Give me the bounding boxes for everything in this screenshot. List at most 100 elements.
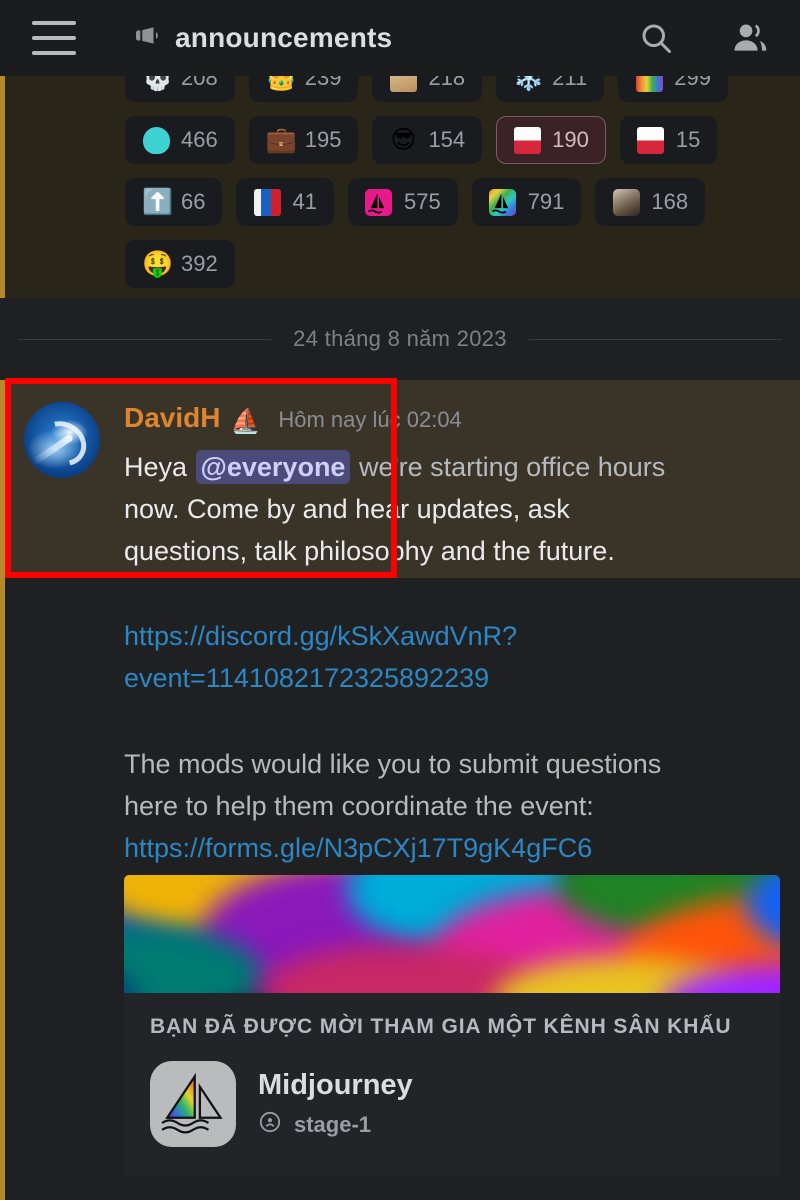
reaction-count: 154	[428, 127, 466, 152]
stage-channel-icon	[258, 1110, 282, 1139]
date-divider-label: 24 tháng 8 năm 2023	[293, 326, 507, 351]
reaction-count: 195	[304, 127, 342, 152]
reaction-count: 466	[181, 127, 218, 152]
snowflake-icon: ❄️	[513, 76, 545, 92]
message: DavidH ⛵ Hôm nay lúc 02:04 Heya @everyon…	[0, 380, 800, 1200]
message-timestamp: Hôm nay lúc 02:04	[278, 407, 462, 432]
reaction-count: 392	[181, 251, 218, 276]
message-author[interactable]: DavidH	[124, 402, 220, 434]
money-mouth-face-icon: 🤑	[142, 249, 174, 278]
reaction-pill[interactable]: ⬆️ 66	[125, 178, 223, 226]
reaction-pill[interactable]: 791	[471, 178, 582, 226]
avatar[interactable]	[24, 402, 100, 478]
message-text-before-mention: Heya	[124, 452, 195, 482]
message-header: DavidH ⛵ Hôm nay lúc 02:04	[124, 402, 462, 435]
message-line-3: questions, talk philosophy and the futur…	[124, 530, 764, 572]
reaction-count: 575	[403, 189, 441, 214]
this-red-arrow-icon: ⬆️	[142, 187, 174, 216]
pink-sailboat-icon	[365, 188, 393, 216]
invite-link-line-1[interactable]: https://discord.gg/kSkXawdVnR?	[124, 615, 764, 657]
reaction-grid: 💀 208 👑 239 218 ❄️ 211 299 466 💼 195 😎 1…	[125, 76, 790, 298]
server-meta: Midjourney stage-1	[258, 1069, 413, 1139]
members-icon[interactable]	[728, 16, 772, 60]
paragraph-2-line-1: The mods would like you to submit questi…	[124, 749, 662, 779]
reaction-count: 218	[428, 76, 466, 90]
discord-mobile-screen: announcements 💀 208 👑 239 218 ❄️ 211 299…	[0, 0, 800, 1200]
reaction-pill[interactable]: ❄️ 211	[496, 76, 605, 102]
rainbow-flag-icon	[635, 76, 663, 92]
reaction-pill[interactable]: 👑 239	[248, 76, 359, 102]
reaction-count: 211	[552, 76, 588, 90]
reaction-pill[interactable]: 41	[236, 178, 334, 226]
reaction-row: 🤑 392	[125, 240, 790, 288]
poland-flag-icon	[637, 126, 665, 154]
invite-server-row: Midjourney stage-1	[150, 1061, 754, 1147]
divider-line-right	[528, 338, 782, 340]
message-line-2: now. Come by and hear updates, ask	[124, 488, 764, 530]
reaction-count: 66	[181, 189, 206, 214]
reaction-count: 190	[552, 127, 589, 152]
date-divider: 24 tháng 8 năm 2023	[0, 298, 800, 380]
server-name: Midjourney	[258, 1069, 413, 1101]
sunglasses-face-icon: 😎	[390, 125, 417, 154]
paragraph-2-line-2: here to help them coordinate the event:	[124, 791, 594, 821]
reaction-row: 💀 208 👑 239 218 ❄️ 211 299	[125, 76, 790, 102]
message-paragraph-2: The mods would like you to submit questi…	[124, 743, 784, 869]
package-box-icon	[389, 76, 417, 92]
reaction-row: ⬆️ 66 41 575 791 168	[125, 178, 790, 226]
reaction-count: 299	[674, 76, 711, 90]
hamburger-menu-icon[interactable]	[32, 21, 76, 55]
announcement-megaphone-icon	[131, 23, 161, 53]
message-body: Heya @everyone we're starting office hou…	[124, 446, 764, 572]
divider-line-left	[18, 338, 272, 340]
teal-blob-smile-icon	[142, 126, 170, 154]
page-title: announcements	[175, 22, 393, 53]
invite-link-line-2[interactable]: event=1141082172325892239	[124, 657, 764, 699]
rainbow-sailboat-icon	[489, 188, 517, 216]
embed-banner-image	[124, 875, 780, 993]
dog-photo-icon	[612, 188, 640, 216]
message-line-1: Heya @everyone we're starting office hou…	[124, 446, 764, 488]
philippines-flag-icon	[253, 188, 281, 216]
reaction-pill[interactable]: 575	[347, 178, 458, 226]
reaction-count: 791	[527, 189, 565, 214]
embed-card: BẠN ĐÃ ĐƯỢC MỜI THAM GIA MỘT KÊNH SÂN KH…	[124, 993, 780, 1177]
ghost-skull-icon: 💀	[142, 76, 174, 92]
reaction-pill[interactable]: 💀 208	[125, 76, 235, 102]
reaction-pill[interactable]: 168	[595, 178, 706, 226]
reaction-count: 41	[292, 189, 317, 214]
message-accent-stripe	[0, 380, 5, 1200]
reaction-pill[interactable]: 218	[372, 76, 483, 102]
reaction-count: 208	[181, 76, 218, 90]
crown-skull-icon: 👑	[265, 76, 297, 92]
invite-title: BẠN ĐÃ ĐƯỢC MỜI THAM GIA MỘT KÊNH SÂN KH…	[150, 1015, 732, 1038]
forms-link[interactable]: https://forms.gle/N3pCXj17T9gK4gFC6	[124, 827, 784, 869]
reaction-pill[interactable]: 466	[125, 116, 235, 164]
poland-flag-icon	[513, 126, 541, 154]
reaction-row: 466 💼 195 😎 154 190 15	[125, 116, 790, 164]
reaction-count: 239	[304, 76, 342, 90]
invite-embed[interactable]: BẠN ĐÃ ĐƯỢC MỜI THAM GIA MỘT KÊNH SÂN KH…	[124, 875, 780, 1177]
oil-slick-art	[124, 875, 780, 993]
sailboat-badge-icon: ⛵	[230, 408, 261, 435]
previous-message-reactions: 💀 208 👑 239 218 ❄️ 211 299 466 💼 195 😎 1…	[0, 76, 800, 298]
pinned-accent-stripe	[0, 76, 5, 298]
reaction-count: 15	[675, 127, 701, 152]
reaction-pill[interactable]: 💼 195	[248, 116, 359, 164]
rainbow-sailboat-server-icon	[150, 1061, 236, 1147]
reaction-count: 168	[651, 189, 689, 214]
reaction-pill[interactable]: 😎 154	[372, 116, 483, 164]
channel-header: announcements	[0, 0, 800, 76]
reaction-pill[interactable]: 15	[619, 116, 718, 164]
everyone-mention[interactable]: @everyone	[195, 450, 351, 484]
reaction-pill-active[interactable]: 190	[496, 116, 606, 164]
briefcase-icon: 💼	[265, 125, 297, 154]
reaction-pill[interactable]: 299	[618, 76, 728, 102]
channel-row: stage-1	[258, 1110, 413, 1139]
message-line-2-text: now. Come by and hear updates, ask	[124, 494, 570, 524]
message-line-3-text: questions, talk philosophy and the futur…	[124, 536, 615, 566]
search-icon[interactable]	[634, 16, 678, 60]
invite-link-block[interactable]: https://discord.gg/kSkXawdVnR? event=114…	[124, 615, 764, 699]
reaction-pill[interactable]: 🤑 392	[125, 240, 235, 288]
message-text-after-mention: we're starting office hours	[351, 452, 666, 482]
